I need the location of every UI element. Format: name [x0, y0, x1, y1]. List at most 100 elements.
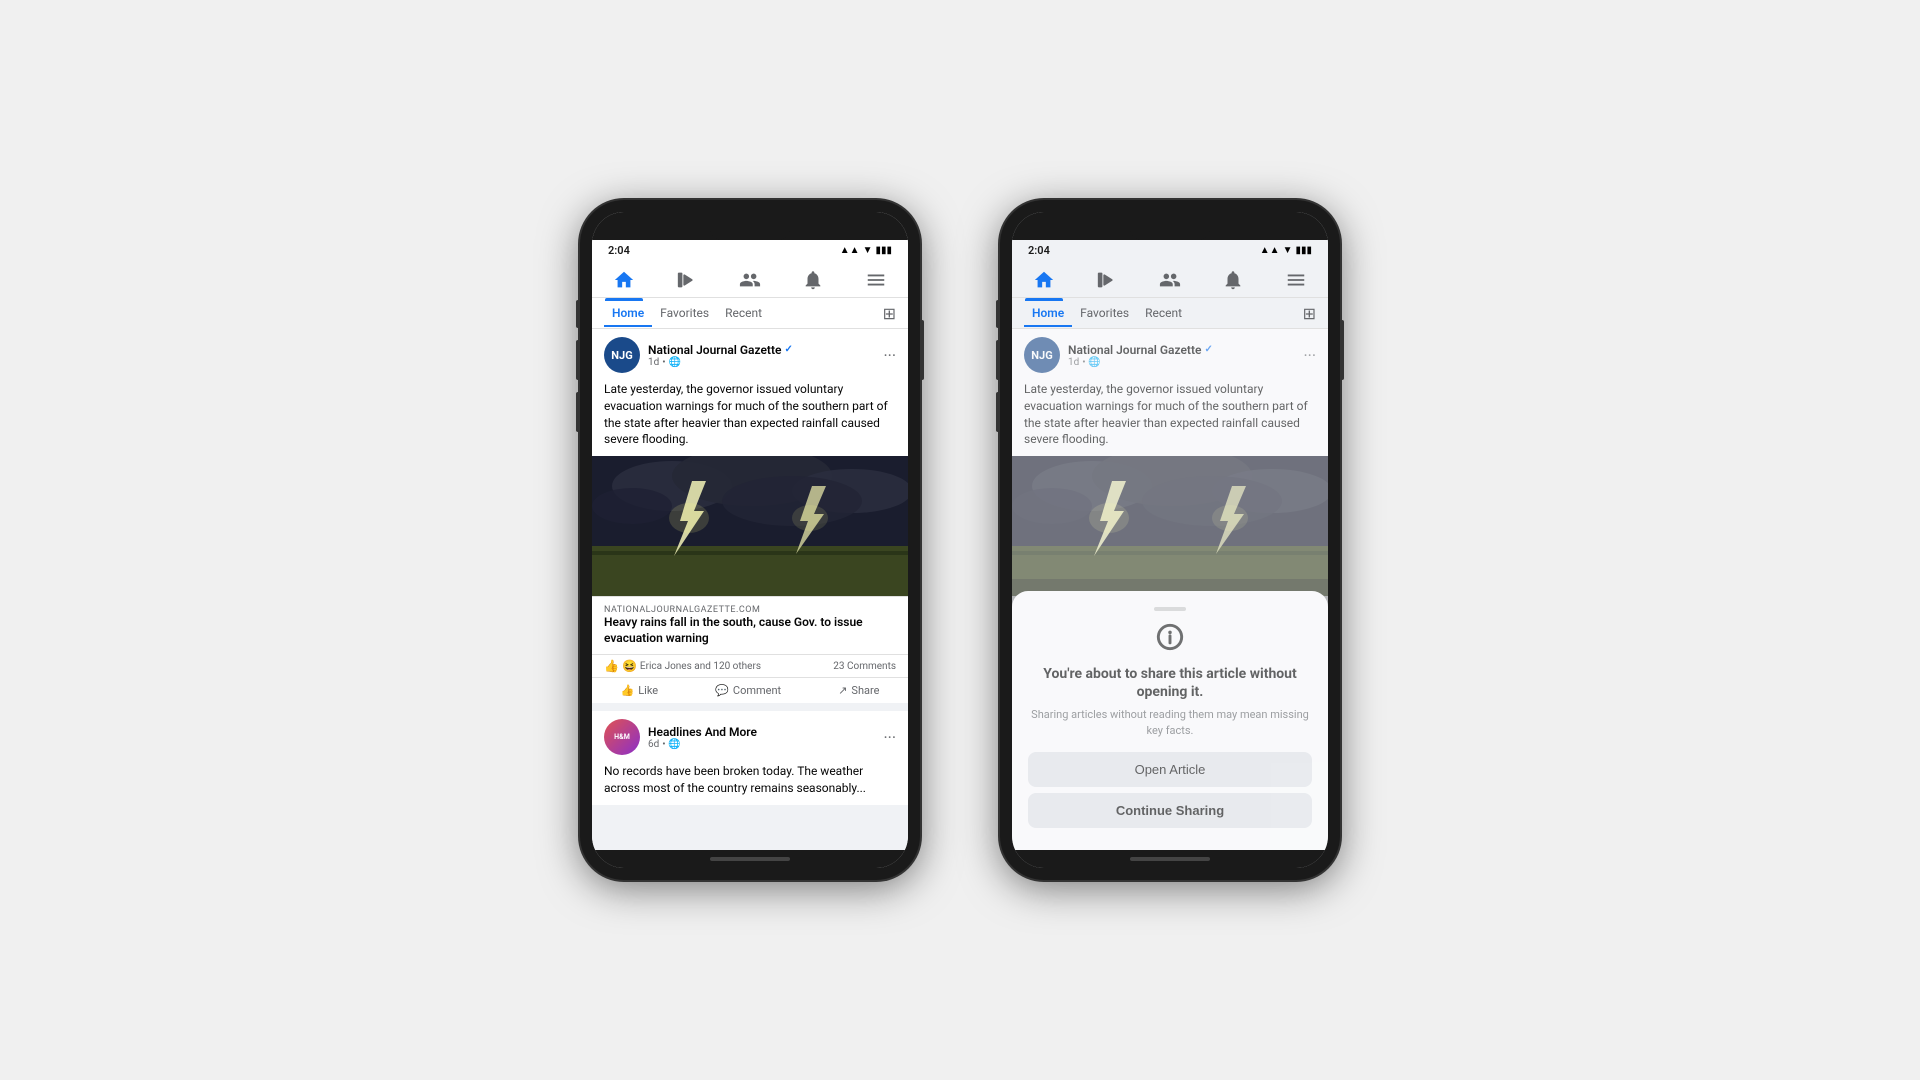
- post-link-title-left: Heavy rains fall in the south, cause Gov…: [604, 615, 896, 646]
- like-button-left[interactable]: 👍 Like: [613, 680, 667, 701]
- volume-silent-left: [576, 300, 580, 328]
- post-meta-1-left: National Journal Gazette ✓ 1d • 🌐: [648, 343, 883, 368]
- post-card-2-left: H&M Headlines And More 6d • 🌐 ··· No rec…: [592, 711, 908, 805]
- status-icons-left: ▲▲ ▼ ▮▮▮: [840, 245, 892, 256]
- reactions-count-left: 👍 😆 Erica Jones and 120 others: [604, 659, 761, 673]
- like-icon-left: 👍: [621, 684, 635, 697]
- globe-icon-1-left: •: [662, 357, 665, 368]
- post-avatar-2-left: H&M: [604, 719, 640, 755]
- wifi-icon-left: ▼: [863, 245, 873, 256]
- status-time-left: 2:04: [608, 244, 630, 257]
- tab-recent-left[interactable]: Recent: [717, 300, 770, 326]
- post-card-1-left: NJG National Journal Gazette ✓ 1d • 🌐: [592, 329, 908, 703]
- nav-home-right[interactable]: [1025, 265, 1063, 295]
- nav-friends-left[interactable]: [731, 265, 769, 295]
- notch-left: [592, 212, 908, 240]
- comments-count-left: 23 Comments: [833, 661, 896, 672]
- volume-down-left: [576, 392, 580, 432]
- nav-notifications-right[interactable]: [1214, 265, 1252, 295]
- tab-recent-right[interactable]: Recent: [1137, 300, 1190, 326]
- post-meta-1-right: National Journal Gazette ✓ 1d • 🌐: [1068, 343, 1303, 368]
- fb-nav-right: [1012, 259, 1328, 298]
- post-more-1-left[interactable]: ···: [883, 346, 896, 365]
- info-icon: [1028, 623, 1312, 657]
- nav-video-right[interactable]: [1088, 265, 1126, 295]
- post-link-preview-left: NATIONALJOURNALGAZETTE.COM Heavy rains f…: [592, 596, 908, 654]
- tab-bar-left: Home Favorites Recent ⊞: [592, 298, 908, 329]
- left-phone-screen: 2:04 ▲▲ ▼ ▮▮▮: [592, 212, 908, 868]
- right-phone-screen: 2:04 ▲▲ ▼ ▮▮▮: [1012, 212, 1328, 868]
- nav-video-left[interactable]: [668, 265, 706, 295]
- tab-favorites-right[interactable]: Favorites: [1072, 300, 1137, 326]
- fb-nav-left: [592, 259, 908, 298]
- volume-up-left: [576, 340, 580, 380]
- tab-bar-right: Home Favorites Recent ⊞: [1012, 298, 1328, 329]
- post-actions-left: 👍 Like 💬 Comment ↗ Share: [592, 677, 908, 703]
- filter-icon-left[interactable]: ⊞: [883, 304, 896, 323]
- modal-subtitle: Sharing articles without reading them ma…: [1028, 707, 1312, 738]
- share-button-left[interactable]: ↗ Share: [830, 680, 887, 701]
- verified-badge-1-left: ✓: [784, 344, 792, 355]
- verified-badge-1-right: ✓: [1204, 344, 1212, 355]
- tab-favorites-left[interactable]: Favorites: [652, 300, 717, 326]
- post-author-2-left: Headlines And More: [648, 725, 883, 739]
- like-emoji-left: 👍: [604, 659, 619, 673]
- home-bar-right: [1012, 850, 1328, 868]
- modal-title: You're about to share this article witho…: [1028, 665, 1312, 701]
- haha-emoji-left: 😆: [622, 659, 637, 673]
- open-article-button[interactable]: Open Article: [1028, 752, 1312, 787]
- post-author-1-right: National Journal Gazette ✓: [1068, 343, 1303, 357]
- battery-icon-left: ▮▮▮: [875, 245, 892, 256]
- volume-up-right: [996, 340, 1000, 380]
- post-text-1-right: Late yesterday, the governor issued volu…: [1012, 377, 1328, 456]
- post-time-1-left: 1d • 🌐: [648, 357, 883, 368]
- signal-icon-right: ▲▲: [1260, 245, 1280, 256]
- comment-button-left[interactable]: 💬 Comment: [707, 680, 789, 701]
- post-meta-2-left: Headlines And More 6d • 🌐: [648, 725, 883, 750]
- status-time-right: 2:04: [1028, 244, 1050, 257]
- tab-home-left[interactable]: Home: [604, 300, 652, 326]
- post-header-1-right: NJG National Journal Gazette ✓ 1d • 🌐 ··…: [1012, 329, 1328, 377]
- modal-overlay-right: You're about to share this article witho…: [1012, 579, 1328, 850]
- post-time-2-left: 6d • 🌐: [648, 739, 883, 750]
- filter-icon-right[interactable]: ⊞: [1303, 304, 1316, 323]
- feed-left: NJG National Journal Gazette ✓ 1d • 🌐: [592, 329, 908, 850]
- nav-friends-right[interactable]: [1151, 265, 1189, 295]
- post-image-1-left: [592, 456, 908, 596]
- home-indicator-left: [710, 857, 790, 861]
- post-avatar-1-right: NJG: [1024, 337, 1060, 373]
- drag-handle: [1154, 607, 1186, 611]
- feed-right: NJG National Journal Gazette ✓ 1d • 🌐 ··…: [1012, 329, 1328, 850]
- post-time-1-right: 1d • 🌐: [1068, 357, 1303, 368]
- status-icons-right: ▲▲ ▼ ▮▮▮: [1260, 245, 1312, 256]
- share-warning-modal: You're about to share this article witho…: [1012, 591, 1328, 850]
- home-indicator-right: [1130, 857, 1210, 861]
- notch-right: [1012, 212, 1328, 240]
- right-phone: 2:04 ▲▲ ▼ ▮▮▮: [1000, 200, 1340, 880]
- status-bar-right: 2:04 ▲▲ ▼ ▮▮▮: [1012, 240, 1328, 259]
- volume-down-right: [996, 392, 1000, 432]
- nav-menu-left[interactable]: [857, 265, 895, 295]
- volume-silent-right: [996, 300, 1000, 328]
- post-link-domain-left: NATIONALJOURNALGAZETTE.COM: [604, 605, 896, 615]
- reactions-text-left: Erica Jones and 120 others: [640, 661, 761, 672]
- left-phone: 2:04 ▲▲ ▼ ▮▮▮: [580, 200, 920, 880]
- home-bar-left: [592, 850, 908, 868]
- post-more-1-right[interactable]: ···: [1303, 346, 1316, 365]
- post-card-1-right: NJG National Journal Gazette ✓ 1d • 🌐 ··…: [1012, 329, 1328, 596]
- continue-sharing-button[interactable]: Continue Sharing: [1028, 793, 1312, 828]
- signal-icon-left: ▲▲: [840, 245, 860, 256]
- post-text-1-left: Late yesterday, the governor issued volu…: [592, 377, 908, 456]
- nav-home-left[interactable]: [605, 265, 643, 295]
- nav-notifications-left[interactable]: [794, 265, 832, 295]
- wifi-icon-right: ▼: [1283, 245, 1293, 256]
- nav-menu-right[interactable]: [1277, 265, 1315, 295]
- post-text-2-left: No records have been broken today. The w…: [592, 759, 908, 805]
- tab-home-right[interactable]: Home: [1024, 300, 1072, 326]
- share-icon-left: ↗: [838, 684, 847, 697]
- status-bar-left: 2:04 ▲▲ ▼ ▮▮▮: [592, 240, 908, 259]
- post-header-2-left: H&M Headlines And More 6d • 🌐 ···: [592, 711, 908, 759]
- post-header-1-left: NJG National Journal Gazette ✓ 1d • 🌐: [592, 329, 908, 377]
- post-author-1-left: National Journal Gazette ✓: [648, 343, 883, 357]
- post-more-2-left[interactable]: ···: [883, 728, 896, 747]
